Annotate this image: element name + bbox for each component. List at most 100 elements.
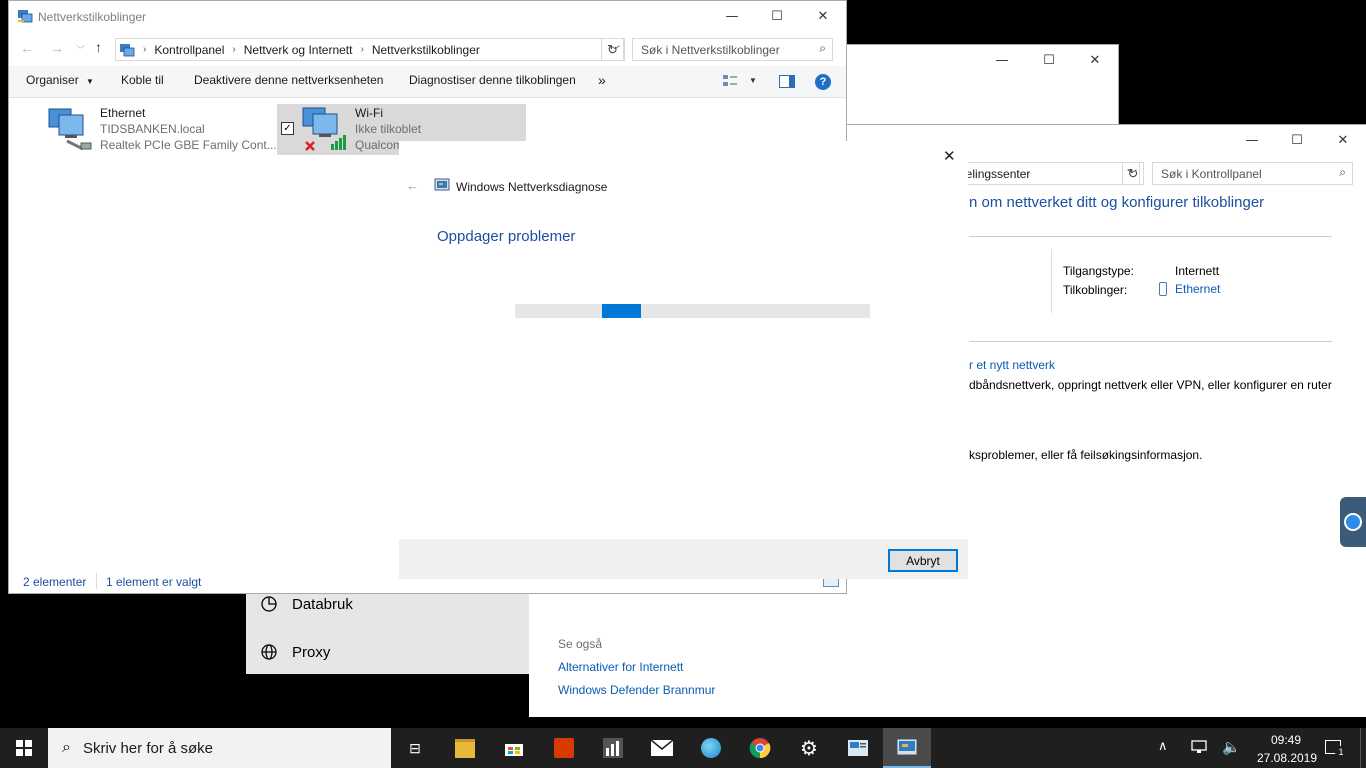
notification-count-badge: 1 bbox=[1335, 746, 1347, 758]
search-placeholder: Søk i Kontrollpanel bbox=[1161, 166, 1262, 181]
defender-firewall-link[interactable]: Windows Defender Brannmur bbox=[558, 683, 715, 697]
file-explorer-taskbar-button[interactable] bbox=[441, 728, 489, 768]
control-panel-taskbar-button[interactable] bbox=[834, 728, 882, 768]
cancel-button[interactable]: Avbryt bbox=[888, 549, 958, 572]
window-title: Nettverkstilkoblinger bbox=[38, 10, 147, 24]
globe-icon bbox=[260, 643, 278, 661]
minimize-button[interactable]: — bbox=[709, 1, 755, 31]
up-button[interactable]: ↑ bbox=[95, 39, 102, 55]
ethernet-connection-link[interactable]: Ethernet bbox=[1159, 282, 1220, 296]
diagnose-connection-button[interactable]: Diagnostiser denne tilkoblingen bbox=[409, 73, 576, 87]
network-tray-icon[interactable] bbox=[1190, 740, 1208, 754]
show-hidden-icons-button[interactable]: ∧ bbox=[1158, 738, 1168, 754]
task-view-icon: ⊟ bbox=[409, 739, 421, 756]
dialog-heading: Oppdager problemer bbox=[437, 228, 576, 245]
progress-bar-marquee bbox=[602, 304, 641, 318]
connect-button[interactable]: Koble til bbox=[121, 73, 164, 87]
address-bar[interactable]: › Kontrollpanel › Nettverk og Internett … bbox=[115, 38, 625, 61]
mail-icon bbox=[650, 739, 674, 756]
teamviewer-icon bbox=[1344, 513, 1362, 531]
connections-label: Tilkoblinger: bbox=[1063, 283, 1128, 297]
close-button[interactable]: ✕ bbox=[800, 1, 846, 31]
settings-item-label: Proxy bbox=[292, 643, 331, 661]
maximize-button[interactable]: ☐ bbox=[1274, 125, 1320, 155]
breadcrumb-item[interactable]: Kontrollpanel bbox=[154, 43, 224, 57]
show-desktop-button[interactable] bbox=[1360, 728, 1366, 768]
page-title: n om nettverket ditt og konfigurer tilko… bbox=[969, 194, 1265, 211]
chrome-icon bbox=[749, 737, 771, 759]
access-type-label: Tilgangstype: bbox=[1063, 264, 1134, 278]
minimize-button[interactable]: — bbox=[1229, 125, 1275, 155]
search-input[interactable]: Søk i Kontrollpanel ⌕ bbox=[1152, 162, 1353, 185]
control-panel-icon bbox=[848, 740, 868, 756]
mail-taskbar-button[interactable] bbox=[638, 728, 686, 768]
back-arrow-icon[interactable]: ← bbox=[406, 178, 419, 193]
more-commands-button[interactable]: » bbox=[598, 72, 606, 88]
network-item-ethernet[interactable]: Ethernet TIDSBANKEN.local Realtek PCIe G… bbox=[45, 105, 277, 155]
globe-app-taskbar-button[interactable] bbox=[687, 728, 735, 768]
connections-value: Ethernet bbox=[1175, 282, 1221, 296]
close-button[interactable]: ✕ bbox=[943, 147, 956, 165]
store-taskbar-button[interactable] bbox=[490, 728, 538, 768]
volume-icon[interactable]: 🔈 bbox=[1222, 738, 1241, 756]
task-view-button[interactable]: ⊟ bbox=[391, 728, 439, 768]
settings-panel: Databruk Proxy bbox=[246, 585, 529, 674]
forward-button[interactable]: → bbox=[50, 40, 64, 56]
refresh-button[interactable]: ↻ bbox=[601, 38, 624, 61]
recent-locations-button[interactable]: ﹀ bbox=[76, 43, 85, 56]
back-button[interactable]: ← bbox=[20, 40, 34, 56]
office-taskbar-button[interactable] bbox=[540, 728, 588, 768]
start-button[interactable] bbox=[0, 728, 48, 768]
network-item-status: Ikke tilkoblet bbox=[355, 122, 422, 136]
maximize-button[interactable]: ☐ bbox=[754, 1, 800, 31]
view-options-icon[interactable] bbox=[723, 75, 737, 87]
caret-down-icon: ▼ bbox=[86, 77, 94, 86]
new-network-link[interactable]: r et nytt nettverk bbox=[969, 358, 1055, 372]
breadcrumb-item[interactable]: Nettverk og Internett bbox=[244, 43, 353, 57]
breadcrumb-item[interactable]: Nettverkstilkoblinger bbox=[372, 43, 480, 57]
bar-chart-app-icon bbox=[603, 738, 623, 758]
internet-options-link[interactable]: Alternativer for Internett bbox=[558, 660, 683, 674]
network-item-device: Qualcom bbox=[355, 138, 404, 152]
divider bbox=[969, 341, 1332, 342]
clock-time[interactable]: 09:49 bbox=[1266, 733, 1306, 747]
office-icon bbox=[554, 738, 574, 758]
settings-item-proxy[interactable]: Proxy bbox=[260, 643, 330, 661]
disable-device-button[interactable]: Deaktivere denne nettverksenheten bbox=[194, 73, 383, 87]
chrome-taskbar-button[interactable] bbox=[736, 728, 784, 768]
settings-item-label: Databruk bbox=[292, 595, 353, 613]
search-input[interactable]: Søk i Nettverkstilkoblinger ⌕ bbox=[632, 38, 833, 61]
calculator-taskbar-button[interactable] bbox=[589, 728, 637, 768]
taskbar-search-box[interactable]: ⌕ Skriv her for å søke bbox=[48, 728, 391, 768]
close-button[interactable]: ✕ bbox=[1072, 45, 1118, 75]
help-icon[interactable]: ? bbox=[815, 74, 831, 90]
ethernet-adapter-icon bbox=[45, 105, 93, 151]
minimize-button[interactable]: — bbox=[979, 45, 1025, 75]
search-icon: ⌕ bbox=[819, 41, 826, 55]
maximize-button[interactable]: ☐ bbox=[1026, 45, 1072, 75]
settings-taskbar-button[interactable]: ⚙ bbox=[785, 728, 833, 768]
caret-down-icon[interactable]: ▼ bbox=[749, 76, 757, 85]
refresh-button[interactable]: ↻ bbox=[1122, 162, 1144, 185]
network-diagnostics-icon bbox=[896, 738, 918, 756]
clock-date[interactable]: 27.08.2019 bbox=[1252, 751, 1322, 765]
control-panel-icon bbox=[119, 43, 135, 57]
action-center-button[interactable]: 1 bbox=[1325, 738, 1347, 758]
access-type-value: Internett bbox=[1175, 264, 1220, 278]
organize-menu[interactable]: Organiser ▼ bbox=[26, 73, 94, 87]
checkbox[interactable]: ✓ bbox=[281, 122, 294, 135]
address-bar[interactable]: g delingssenter ﹀ bbox=[949, 162, 1140, 185]
teamviewer-tab[interactable] bbox=[1340, 497, 1366, 547]
progress-bar bbox=[515, 304, 870, 318]
diagnostics-app-icon bbox=[434, 178, 450, 192]
new-network-description: dbåndsnettverk, oppringt nettverk eller … bbox=[969, 378, 1332, 392]
network-item-status: TIDSBANKEN.local bbox=[100, 122, 205, 136]
preview-pane-icon[interactable] bbox=[779, 75, 795, 88]
settings-item-data-usage[interactable]: Databruk bbox=[260, 595, 353, 613]
network-item-device: Realtek PCIe GBE Family Cont... bbox=[100, 138, 277, 152]
details-view-icon[interactable] bbox=[801, 578, 815, 587]
dialog-title: Windows Nettverksdiagnose bbox=[456, 180, 608, 194]
close-button[interactable]: ✕ bbox=[1320, 125, 1366, 155]
windows-logo-icon bbox=[16, 740, 32, 756]
network-diagnostics-taskbar-button[interactable] bbox=[883, 728, 931, 768]
